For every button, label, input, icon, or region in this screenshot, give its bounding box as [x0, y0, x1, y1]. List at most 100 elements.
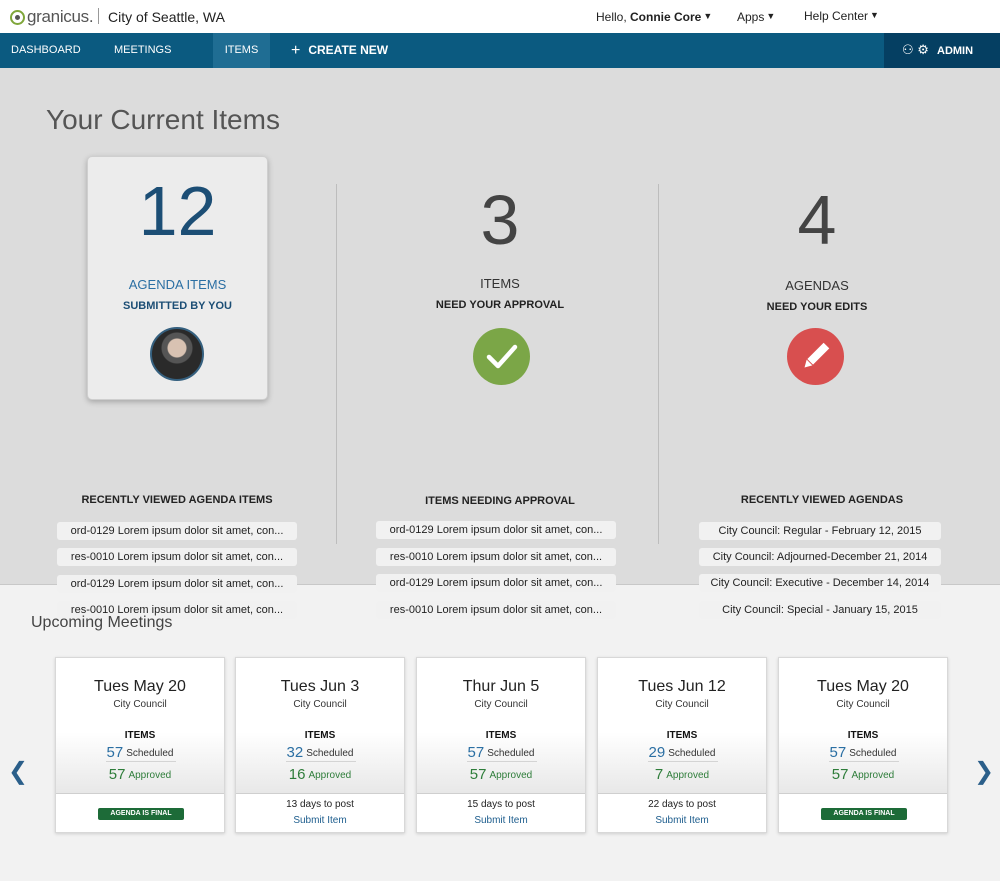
items-needing-approval-heading: ITEMS NEEDING APPROVAL — [425, 495, 575, 507]
meeting-card[interactable]: Thur Jun 5 City Council ITEMS 57 Schedule… — [416, 657, 586, 833]
items-label: ITEMS — [480, 276, 520, 291]
agenda-items-count: 12 — [138, 172, 217, 250]
approved-label: Approved — [128, 770, 172, 781]
list-item[interactable]: ord-0129 Lorem ipsum dolor sit amet, con… — [376, 574, 616, 592]
scheduled-count: 57 Scheduled — [56, 744, 224, 761]
scheduled-count: 29 Scheduled — [598, 744, 766, 761]
items-heading: ITEMS — [847, 730, 879, 741]
agenda-items-label: AGENDA ITEMS — [128, 277, 227, 292]
divider — [286, 761, 356, 762]
meeting-body: City Council — [293, 699, 347, 710]
meeting-date: Thur Jun 5 — [462, 678, 540, 695]
list-item[interactable]: City Council: Regular - February 12, 201… — [699, 522, 941, 540]
list-item[interactable]: City Council: Special - January 15, 2015 — [699, 601, 941, 619]
recent-agendas-heading: RECENTLY VIEWED AGENDAS — [740, 494, 904, 506]
submit-item-link[interactable]: Submit Item — [236, 815, 404, 826]
list-item[interactable]: City Council: Executive - December 14, 2… — [699, 574, 941, 592]
approved-label: Approved — [851, 770, 895, 781]
list-item[interactable]: res-0010 Lorem ipsum dolor sit amet, con… — [376, 548, 616, 566]
logo-text: granicus. — [27, 7, 94, 26]
edit-pencil-icon[interactable] — [787, 328, 844, 385]
scheduled-label: Scheduled — [849, 748, 897, 759]
chevron-down-icon: ▼ — [703, 11, 713, 21]
items-heading: ITEMS — [124, 730, 156, 741]
agendas-count: 4 — [797, 181, 837, 259]
items-heading: ITEMS — [666, 730, 698, 741]
meeting-card-summary: Tues May 20 City Council ITEMS 57 Schedul… — [56, 658, 224, 794]
meeting-date: Tues Jun 12 — [638, 678, 726, 695]
meeting-card[interactable]: Tues May 20 City Council ITEMS 57 Schedul… — [55, 657, 225, 833]
previous-arrow-icon[interactable]: ❮ — [8, 757, 28, 786]
items-heading: ITEMS — [485, 730, 517, 741]
nav-dashboard[interactable]: DASHBOARD — [11, 33, 81, 68]
need-approval-label: NEED YOUR APPROVAL — [435, 299, 565, 311]
hello-prefix: Hello, — [596, 10, 631, 24]
scheduled-label: Scheduled — [668, 748, 716, 759]
help-center-menu[interactable]: Help Center ▼ — [804, 9, 879, 23]
meeting-date: Tues Jun 3 — [280, 678, 360, 695]
granicus-logo[interactable]: granicus. — [10, 7, 94, 27]
approved-label: Approved — [308, 770, 352, 781]
meeting-card-summary: Tues Jun 12 City Council ITEMS 29 Schedul… — [598, 658, 766, 794]
chevron-down-icon: ▼ — [766, 11, 776, 21]
scheduled-count: 57 Scheduled — [779, 744, 947, 761]
next-arrow-icon[interactable]: ❯ — [974, 757, 994, 786]
list-item[interactable]: res-0010 Lorem ipsum dolor sit amet, con… — [57, 548, 297, 566]
current-items-section: Your Current Items 12 AGENDA ITEMS SUBMI… — [0, 68, 1000, 619]
admin-button[interactable]: ⚇ ⚙ ADMIN — [884, 33, 1000, 68]
submitted-items-card[interactable]: 12 AGENDA ITEMS SUBMITTED BY YOU — [87, 156, 268, 400]
scheduled-count: 32 Scheduled — [236, 744, 404, 761]
scheduled-label: Scheduled — [126, 748, 174, 759]
meeting-date: Tues May 20 — [94, 678, 186, 695]
agendas-label: AGENDAS — [785, 278, 849, 293]
approved-number: 57 — [108, 766, 126, 783]
agenda-items-column: 12 AGENDA ITEMS SUBMITTED BY YOU RECENTL… — [17, 156, 337, 619]
meeting-card-summary: Thur Jun 5 City Council ITEMS 57 Schedule… — [417, 658, 585, 794]
approved-number: 57 — [469, 766, 487, 783]
days-to-post: 15 days to post — [467, 799, 535, 810]
approved-number: 57 — [831, 766, 849, 783]
meeting-body: City Council — [474, 699, 528, 710]
submit-item-link[interactable]: Submit Item — [598, 815, 766, 826]
apps-menu[interactable]: Apps ▼ — [737, 10, 775, 24]
approved-number: 16 — [288, 766, 306, 783]
create-new-label: CREATE NEW — [308, 43, 389, 57]
meeting-card-summary: Tues Jun 3 City Council ITEMS 32 Schedule… — [236, 658, 404, 794]
approved-count: 7 Approved — [598, 766, 766, 783]
meeting-body: City Council — [113, 699, 167, 710]
list-item[interactable]: City Council: Adjourned-December 21, 201… — [699, 548, 941, 566]
create-new-button[interactable]: + CREATE NEW — [291, 33, 388, 68]
scheduled-number: 32 — [286, 744, 304, 761]
nav-items[interactable]: ITEMS — [213, 33, 270, 68]
approved-count: 57 Approved — [56, 766, 224, 783]
user-menu[interactable]: Hello, Connie Core ▼ — [596, 10, 712, 24]
plus-icon: + — [291, 42, 301, 59]
meeting-card[interactable]: Tues May 20 City Council ITEMS 57 Schedul… — [778, 657, 948, 833]
approved-count: 57 Approved — [779, 766, 947, 783]
top-bar: granicus. City of Seattle, WA Hello, Con… — [0, 0, 1000, 33]
nav-meetings[interactable]: MEETINGS — [114, 33, 171, 68]
scheduled-number: 57 — [829, 744, 847, 761]
list-item[interactable]: ord-0129 Lorem ipsum dolor sit amet, con… — [57, 575, 297, 593]
divider — [829, 761, 899, 762]
logo-divider — [98, 8, 99, 24]
section-title: Your Current Items — [46, 104, 280, 135]
admin-label: ADMIN — [937, 45, 974, 57]
list-item[interactable]: res-0010 Lorem ipsum dolor sit amet, con… — [376, 601, 616, 619]
meeting-card[interactable]: Tues Jun 12 City Council ITEMS 29 Schedul… — [597, 657, 767, 833]
submitted-by-you-label: SUBMITTED BY YOU — [123, 300, 232, 312]
approved-label: Approved — [489, 770, 533, 781]
meeting-body: City Council — [655, 699, 709, 710]
meeting-card[interactable]: Tues Jun 3 City Council ITEMS 32 Schedule… — [235, 657, 405, 833]
scheduled-count: 57 Scheduled — [417, 744, 585, 761]
list-item[interactable]: ord-0129 Lorem ipsum dolor sit amet, con… — [376, 521, 616, 539]
city-name: City of Seattle, WA — [108, 9, 225, 25]
approve-check-icon[interactable] — [473, 328, 530, 385]
agendas-column: 4 AGENDAS NEED YOUR EDITS RECENTLY VIEWE… — [662, 156, 982, 619]
divider — [106, 761, 176, 762]
need-edits-label: NEED YOUR EDITS — [766, 301, 868, 313]
approval-count: 3 — [480, 181, 520, 259]
submit-item-link[interactable]: Submit Item — [417, 815, 585, 826]
approved-label: Approved — [666, 770, 710, 781]
list-item[interactable]: ord-0129 Lorem ipsum dolor sit amet, con… — [57, 522, 297, 540]
